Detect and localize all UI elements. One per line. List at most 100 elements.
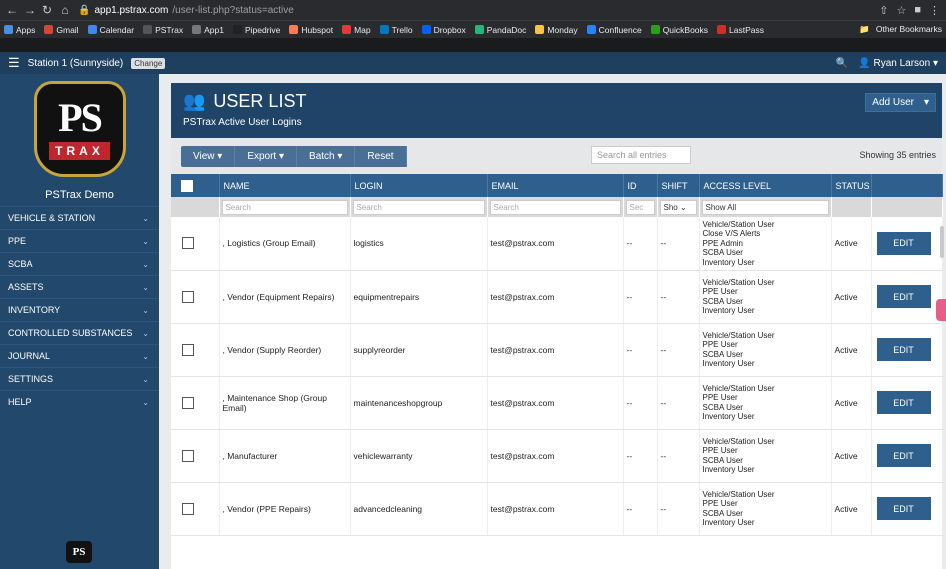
- table-row: , Logistics (Group Email) logistics test@p…: [171, 217, 943, 271]
- row-checkbox[interactable]: [182, 449, 194, 462]
- station-name: Station 1 (Sunnyside): [27, 57, 124, 69]
- bookmark-item[interactable]: LastPass: [717, 25, 764, 35]
- user-menu[interactable]: 👤 Ryan Larson ▾: [858, 58, 938, 69]
- edit-button[interactable]: EDIT: [876, 497, 931, 520]
- access-level-item: SCBA User: [702, 455, 743, 465]
- edit-button[interactable]: EDIT: [876, 231, 931, 255]
- access-filter-select[interactable]: Show All: [701, 199, 829, 215]
- cell-shift: --: [657, 482, 700, 536]
- row-checkbox[interactable]: [182, 237, 194, 250]
- id-filter-input[interactable]: Sec: [625, 199, 655, 215]
- help-widget-tab[interactable]: [936, 299, 946, 321]
- address-bar[interactable]: 🔒 app1.pstrax.com/user-list.php?status=a…: [78, 5, 294, 16]
- col-email[interactable]: EMAIL: [487, 174, 624, 197]
- col-status[interactable]: STATUS: [831, 174, 872, 197]
- sidebar-item[interactable]: ASSETS ⌄: [0, 275, 159, 298]
- row-checkbox[interactable]: [182, 396, 194, 409]
- users-icon: 👥: [183, 91, 206, 111]
- sidebar-item[interactable]: SCBA ⌄: [0, 252, 159, 275]
- edit-button[interactable]: EDIT: [876, 444, 931, 467]
- sidebar-item[interactable]: INVENTORY ⌄: [0, 298, 159, 321]
- row-checkbox[interactable]: [182, 502, 194, 515]
- bookmarks-bar: 📁 Other Bookmarks Apps Gmail Calendar PSTra…: [0, 20, 946, 38]
- search-all-input[interactable]: Search all entries: [591, 146, 691, 164]
- edit-button[interactable]: EDIT: [876, 391, 931, 414]
- reset-button[interactable]: Reset: [355, 145, 407, 167]
- sidebar-item[interactable]: SETTINGS ⌄: [0, 367, 159, 390]
- add-user-button[interactable]: Add User ▾: [865, 93, 936, 112]
- edit-button[interactable]: EDIT: [876, 285, 931, 308]
- folder-icon: 📁: [859, 24, 870, 34]
- row-checkbox[interactable]: [182, 343, 194, 356]
- access-level-item: Inventory User: [702, 257, 755, 267]
- cell-access-level: Vehicle/Station User PPE User SCBA User Inv…: [699, 482, 832, 536]
- edit-button[interactable]: EDIT: [876, 338, 931, 361]
- bookmark-item[interactable]: QuickBooks: [650, 25, 708, 35]
- bookmark-item[interactable]: Hubspot: [289, 25, 333, 35]
- col-access-level[interactable]: ACCESS LEVEL: [699, 174, 832, 197]
- extensions-icon[interactable]: ■: [914, 4, 921, 16]
- email-filter-input[interactable]: Search: [489, 199, 621, 215]
- bookmark-item[interactable]: PandaDoc: [474, 25, 526, 35]
- select-all-checkbox[interactable]: [181, 179, 193, 192]
- other-bookmarks-label: Other Bookmarks: [875, 24, 942, 34]
- bookmark-item[interactable]: Confluence: [586, 25, 642, 35]
- name-filter-input[interactable]: Search: [221, 199, 348, 215]
- bookmark-item[interactable]: Pipedrive: [232, 25, 280, 35]
- sidebar-item[interactable]: HELP ⌄: [0, 390, 159, 413]
- add-user-label: Add User: [872, 97, 914, 108]
- reload-icon[interactable]: ↻: [42, 3, 52, 17]
- login-filter-input[interactable]: Search: [352, 199, 485, 215]
- view-label: View: [193, 150, 215, 162]
- sidebar-item[interactable]: CONTROLLED SUBSTANCES ⌄: [0, 321, 159, 344]
- bookmark-item[interactable]: Map: [342, 25, 371, 35]
- share-icon[interactable]: ⇧: [879, 4, 888, 17]
- pstrax-logo[interactable]: PS TRAX: [33, 81, 126, 177]
- row-checkbox[interactable]: [182, 290, 194, 303]
- bookmark-item[interactable]: Gmail: [44, 25, 79, 35]
- col-id[interactable]: ID: [623, 174, 658, 197]
- home-icon[interactable]: ⌂: [60, 3, 70, 17]
- star-icon[interactable]: ☆: [896, 4, 906, 17]
- bookmark-label: Apps: [16, 24, 36, 35]
- small-pstrax-logo: PS: [66, 541, 92, 563]
- batch-button[interactable]: Batch ▾: [297, 145, 356, 167]
- bookmark-item[interactable]: Apps: [4, 25, 35, 35]
- view-button[interactable]: View ▾: [181, 145, 236, 167]
- col-login[interactable]: LOGIN: [350, 174, 488, 197]
- scrollbar-thumb[interactable]: [940, 226, 944, 258]
- sidebar-item[interactable]: VEHICLE & STATION ⌄: [0, 206, 159, 229]
- bookmark-item[interactable]: PSTrax: [143, 25, 183, 35]
- bookmark-item[interactable]: App1: [192, 25, 224, 35]
- other-bookmarks[interactable]: 📁 Other Bookmarks: [859, 24, 942, 35]
- cell-name: , Vendor (Supply Reorder): [219, 323, 351, 377]
- col-shift[interactable]: SHIFT: [657, 174, 700, 197]
- access-level-item: Vehicle/Station User: [702, 330, 775, 340]
- bookmark-label: Trello: [391, 24, 413, 35]
- cell-status: Active: [831, 323, 872, 377]
- bookmark-icon: [4, 25, 13, 34]
- bookmark-item[interactable]: Monday: [535, 25, 578, 35]
- sidebar-item[interactable]: PPE ⌄: [0, 229, 159, 252]
- bookmark-item[interactable]: Dropbox: [421, 25, 466, 35]
- sidebar-item-label: HELP: [8, 397, 32, 407]
- bookmark-icon: [44, 25, 54, 34]
- shift-filter-select[interactable]: Sho ⌄: [659, 199, 697, 215]
- bookmark-item[interactable]: Calendar: [87, 25, 134, 35]
- bookmark-item[interactable]: Trello: [379, 24, 413, 35]
- menu-icon[interactable]: ⋮: [929, 4, 940, 17]
- col-name[interactable]: NAME: [219, 174, 351, 197]
- sidebar-item[interactable]: JOURNAL ⌄: [0, 344, 159, 367]
- hamburger-icon[interactable]: ☰: [8, 55, 20, 71]
- table-row: , Vendor (PPE Repairs) advancedcleaning te…: [171, 482, 943, 536]
- forward-icon[interactable]: →: [24, 3, 36, 17]
- change-station-button[interactable]: Change: [131, 57, 166, 69]
- export-button[interactable]: Export ▾: [235, 145, 298, 167]
- url-path: /user-list.php?status=active: [172, 4, 294, 16]
- search-icon[interactable]: 🔍: [836, 58, 848, 69]
- row-select-cell: [171, 323, 220, 377]
- cell-status: Active: [831, 270, 872, 324]
- cell-status: Active: [831, 217, 872, 271]
- bookmark-icon: [379, 25, 389, 34]
- back-icon[interactable]: ←: [6, 3, 18, 17]
